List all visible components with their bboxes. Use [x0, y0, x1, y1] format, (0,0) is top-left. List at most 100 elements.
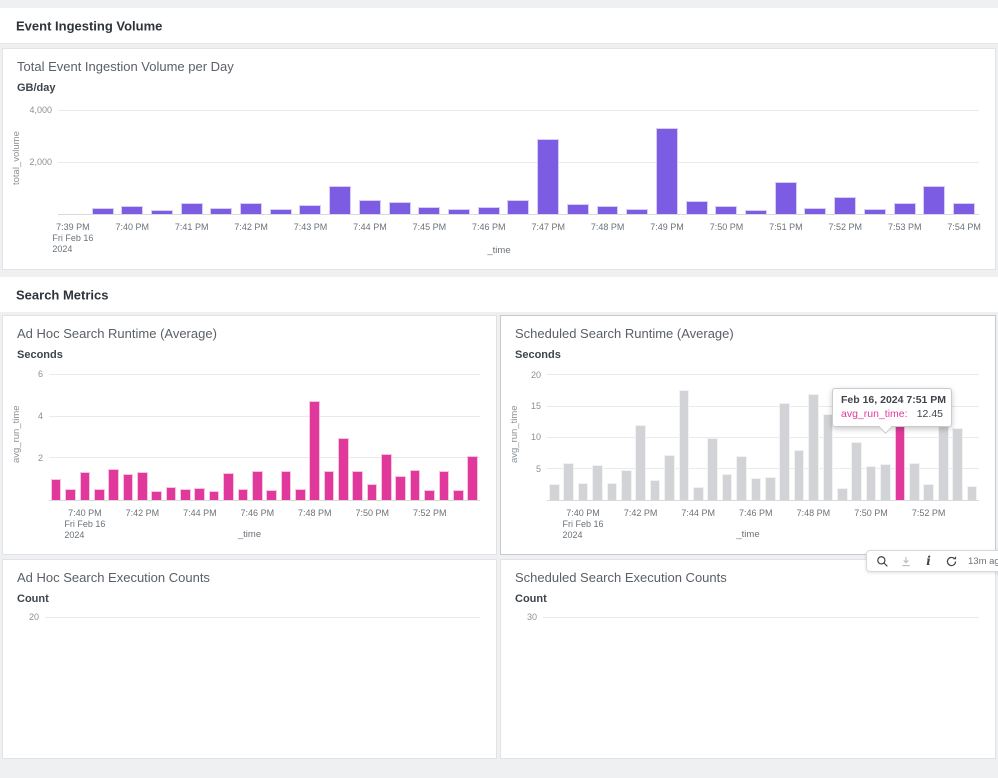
bar[interactable] [389, 202, 411, 214]
bar[interactable] [866, 466, 877, 500]
bar[interactable] [507, 200, 529, 214]
bar[interactable] [837, 488, 848, 500]
bar[interactable] [808, 394, 819, 500]
bar[interactable] [309, 401, 320, 500]
bar[interactable] [194, 488, 205, 500]
bar[interactable] [864, 209, 886, 214]
bar[interactable] [108, 469, 119, 500]
bar[interactable] [607, 483, 618, 500]
bar[interactable] [270, 209, 292, 214]
bar[interactable] [794, 450, 805, 500]
bar[interactable] [478, 207, 500, 214]
bar[interactable] [894, 203, 916, 214]
bar[interactable] [686, 201, 708, 214]
bar-slot [950, 612, 965, 732]
bar[interactable] [65, 489, 76, 500]
bar[interactable] [121, 206, 143, 214]
bar[interactable] [223, 473, 234, 500]
bar[interactable] [395, 476, 406, 500]
bar[interactable] [448, 209, 470, 214]
bar-highlighted[interactable] [895, 422, 906, 500]
bar[interactable] [751, 478, 762, 500]
bar[interactable] [679, 390, 690, 500]
bar[interactable] [137, 472, 148, 500]
bar[interactable] [626, 209, 648, 214]
bar[interactable] [923, 186, 945, 214]
bar[interactable] [240, 203, 262, 214]
bar[interactable] [537, 139, 559, 214]
refresh-icon[interactable] [945, 554, 958, 569]
bar[interactable] [650, 480, 661, 500]
bar[interactable] [804, 208, 826, 214]
bar-slot [205, 612, 220, 732]
bar[interactable] [745, 210, 767, 214]
bar[interactable] [151, 491, 162, 500]
bar[interactable] [578, 483, 589, 500]
bar[interactable] [567, 204, 589, 214]
bar[interactable] [238, 489, 249, 500]
bar[interactable] [209, 491, 220, 500]
bar[interactable] [880, 464, 891, 500]
bar[interactable] [295, 489, 306, 500]
download-icon[interactable] [899, 554, 912, 569]
search-icon[interactable] [876, 554, 889, 569]
x-axis: 7:40 PMFri Feb 1620247:42 PM7:44 PM7:46 … [547, 501, 979, 547]
bar[interactable] [823, 414, 834, 500]
bar[interactable] [324, 471, 335, 500]
bar-slot [74, 612, 89, 732]
bar[interactable] [592, 465, 603, 500]
bar[interactable] [418, 207, 440, 214]
bar[interactable] [181, 203, 203, 214]
bar[interactable] [597, 206, 619, 214]
bar[interactable] [329, 186, 351, 214]
bar[interactable] [410, 470, 421, 500]
bar[interactable] [736, 456, 747, 500]
bar[interactable] [967, 486, 978, 500]
bar[interactable] [453, 490, 464, 500]
bar[interactable] [352, 471, 363, 500]
bar[interactable] [851, 442, 862, 500]
bar[interactable] [664, 455, 675, 500]
bar[interactable] [424, 490, 435, 500]
bar[interactable] [266, 490, 277, 500]
bar[interactable] [549, 484, 560, 500]
bar[interactable] [467, 456, 478, 500]
bar[interactable] [635, 425, 646, 500]
bar[interactable] [693, 487, 704, 500]
info-icon[interactable]: i [922, 554, 935, 569]
bar[interactable] [359, 200, 381, 214]
bar[interactable] [252, 471, 263, 500]
bar[interactable] [707, 438, 718, 500]
bar[interactable] [299, 205, 321, 214]
bar[interactable] [953, 203, 975, 214]
bar[interactable] [367, 484, 378, 500]
bar[interactable] [338, 438, 349, 500]
x-axis [543, 732, 979, 778]
bar[interactable] [621, 470, 632, 501]
bar[interactable] [923, 484, 934, 500]
bar[interactable] [210, 208, 232, 214]
bar[interactable] [834, 197, 856, 214]
bar[interactable] [166, 487, 177, 501]
bar[interactable] [80, 472, 91, 500]
bar[interactable] [775, 182, 797, 214]
bar[interactable] [281, 471, 292, 500]
bar[interactable] [656, 128, 678, 214]
bar[interactable] [722, 474, 733, 500]
bar[interactable] [92, 208, 114, 214]
bar[interactable] [909, 463, 920, 500]
bar[interactable] [51, 479, 62, 500]
bar[interactable] [938, 420, 949, 500]
bar[interactable] [180, 489, 191, 500]
bar[interactable] [439, 471, 450, 500]
bar[interactable] [563, 463, 574, 500]
bar[interactable] [123, 474, 134, 500]
bar[interactable] [952, 428, 963, 500]
bar[interactable] [381, 454, 392, 500]
panel-scheduled-runtime: Scheduled Search Runtime (Average) Secon… [500, 315, 996, 555]
bar[interactable] [779, 403, 790, 500]
bar[interactable] [765, 477, 776, 500]
bar[interactable] [94, 489, 105, 500]
bar[interactable] [151, 210, 173, 214]
bar[interactable] [715, 206, 737, 214]
